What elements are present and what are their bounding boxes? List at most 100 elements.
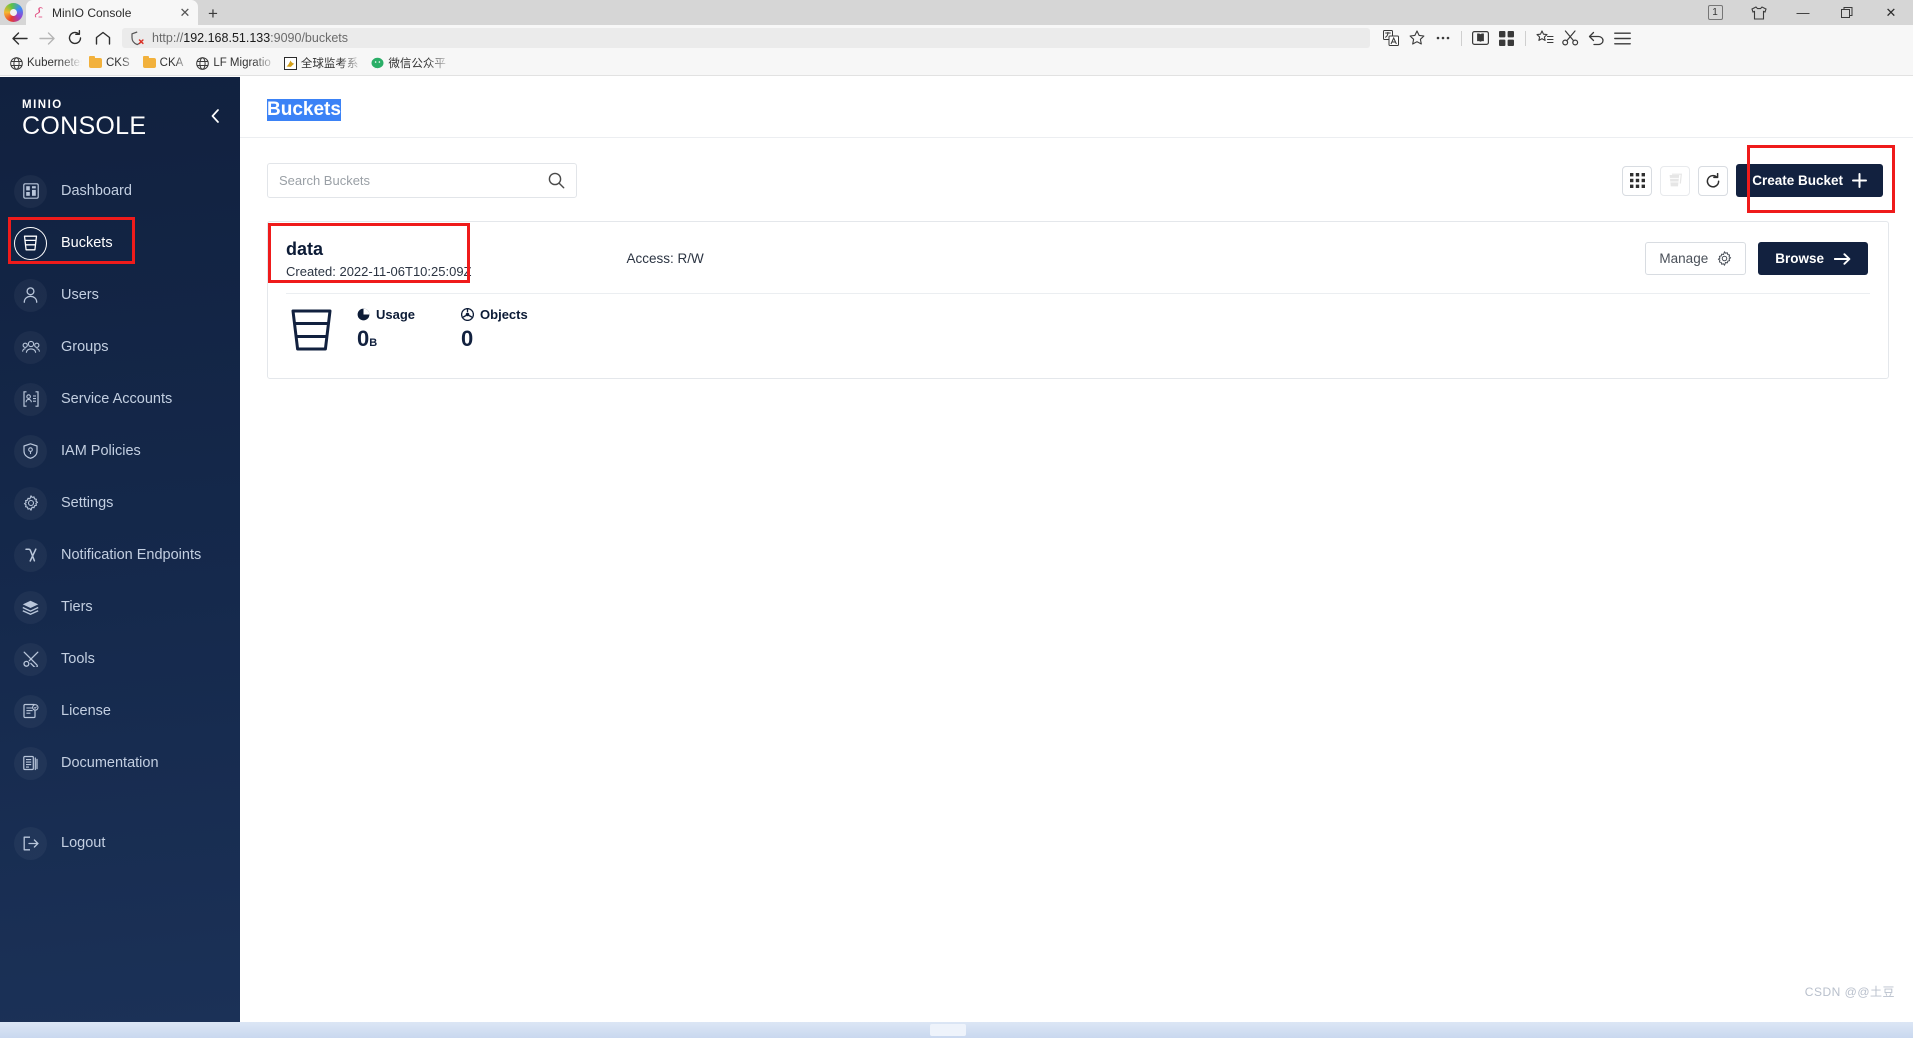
home-icon[interactable] xyxy=(90,27,116,49)
bucket-card-metrics: Usage 0B Objects 0 xyxy=(268,294,1888,378)
search-buckets-box[interactable] xyxy=(267,163,577,198)
dashboard-icon xyxy=(14,174,47,208)
main-content: Buckets Search Buckets Create Bucket dat… xyxy=(240,77,1913,1022)
bucket-delete-icon xyxy=(1667,173,1683,189)
metric-label-text: Usage xyxy=(376,307,416,322)
folder-icon xyxy=(142,55,156,70)
arrow-right-icon xyxy=(1834,252,1851,265)
sidebar-item-label: Groups xyxy=(61,339,109,355)
gear-icon xyxy=(1717,251,1732,266)
hamburger-menu-icon[interactable] xyxy=(1610,27,1635,49)
screenshot-scissors-icon[interactable] xyxy=(1558,27,1583,49)
toolbar-actions: Create Bucket xyxy=(1622,145,1895,213)
sidebar-item-tools[interactable]: Tools xyxy=(0,633,240,685)
sidebar-item-dashboard[interactable]: Dashboard xyxy=(0,165,240,217)
bookmark-label: CKA xyxy=(159,57,184,69)
create-bucket-label: Create Bucket xyxy=(1752,173,1843,188)
user-icon xyxy=(14,278,47,312)
tools-icon xyxy=(14,642,47,676)
browser-tabstrip: MinIO Console ✕ + 1 — ✕ xyxy=(0,0,1913,25)
bucket-icon xyxy=(290,308,333,352)
url-host: 192.168.51.133 xyxy=(183,31,271,45)
forward-icon[interactable] xyxy=(34,27,60,49)
grid-view-button[interactable] xyxy=(1622,165,1653,196)
more-options-icon[interactable] xyxy=(1430,27,1455,49)
sidebar-item-iam-policies[interactable]: IAM Policies xyxy=(0,425,240,477)
search-input[interactable] xyxy=(279,173,548,188)
sidebar-item-label: IAM Policies xyxy=(61,443,141,459)
favorites-star-list-icon[interactable] xyxy=(1532,27,1557,49)
browse-button[interactable]: Browse xyxy=(1758,242,1868,275)
bookmark-item[interactable]: Kubernetes xyxy=(4,55,82,72)
sidebar-item-notification-endpoints[interactable]: Notification Endpoints xyxy=(0,529,240,581)
objects-icon xyxy=(461,308,475,321)
reading-mode-icon[interactable] xyxy=(1468,27,1493,49)
bookmark-item[interactable]: CKS xyxy=(83,55,136,72)
sidebar-item-service-accounts[interactable]: Service Accounts xyxy=(0,373,240,425)
refresh-button[interactable] xyxy=(1698,165,1729,196)
watermark: CSDN @@土豆 xyxy=(1804,985,1895,999)
window-controls: 1 — ✕ xyxy=(1693,0,1913,25)
create-bucket-button[interactable]: Create Bucket xyxy=(1736,164,1883,197)
translate-icon[interactable] xyxy=(1378,27,1403,49)
sidebar-item-logout[interactable]: Logout xyxy=(0,817,240,869)
sidebar-collapse-button[interactable] xyxy=(206,107,224,125)
close-icon[interactable]: ✕ xyxy=(178,5,192,21)
apps-grid-icon[interactable] xyxy=(1494,27,1519,49)
bookmark-item[interactable]: LF Migratio xyxy=(190,55,277,72)
sidebar-item-documentation[interactable]: Documentation xyxy=(0,737,240,789)
service-account-icon xyxy=(14,382,47,416)
close-window-button[interactable]: ✕ xyxy=(1869,0,1913,25)
bucket-created: Created: 2022-11-06T10:25:09Z xyxy=(286,264,472,279)
metric-usage: Usage 0B xyxy=(357,307,415,352)
sidebar-item-label: Settings xyxy=(61,495,114,511)
sidebar-item-settings[interactable]: Settings xyxy=(0,477,240,529)
manage-label: Manage xyxy=(1659,251,1709,266)
sidebar-item-license[interactable]: License xyxy=(0,685,240,737)
bookmark-star-icon[interactable] xyxy=(1404,27,1429,49)
bucket-icon xyxy=(14,226,47,260)
browser-tab[interactable]: MinIO Console ✕ xyxy=(26,0,198,25)
sidebar-item-users[interactable]: Users xyxy=(0,269,240,321)
sidebar-item-label: Dashboard xyxy=(61,183,132,199)
delete-selected-button[interactable] xyxy=(1660,165,1691,196)
license-icon xyxy=(14,694,47,728)
bookmark-item[interactable]: 全球监考系 xyxy=(278,53,365,73)
browse-label: Browse xyxy=(1775,251,1824,266)
scrollbar-thumb[interactable] xyxy=(930,1024,966,1036)
app-page: MINIO CONSOLE Dashboard Buckets Users Gr… xyxy=(0,77,1913,1022)
search-icon xyxy=(548,172,565,189)
horizontal-scrollbar[interactable] xyxy=(0,1022,1913,1038)
minio-flamingo-icon xyxy=(32,6,46,20)
layers-icon xyxy=(14,590,47,624)
browser-tab-title: MinIO Console xyxy=(52,5,132,20)
minimize-button[interactable]: — xyxy=(1781,0,1825,25)
tab-count-badge[interactable]: 1 xyxy=(1693,0,1737,25)
bookmark-label: CKS xyxy=(106,57,130,69)
reload-icon[interactable] xyxy=(62,27,88,49)
sidebar-logo: MINIO CONSOLE xyxy=(0,77,240,141)
bucket-identity: data Created: 2022-11-06T10:25:09Z xyxy=(268,223,472,283)
bucket-card[interactable]: data Created: 2022-11-06T10:25:09Z Acces… xyxy=(267,221,1889,379)
sidebar-item-groups[interactable]: Groups xyxy=(0,321,240,373)
bookmark-item[interactable]: CKA xyxy=(137,55,190,72)
metric-unit: B xyxy=(369,337,378,349)
sidebar-item-tiers[interactable]: Tiers xyxy=(0,581,240,633)
sidebar-item-buckets[interactable]: Buckets xyxy=(0,217,240,269)
groups-icon xyxy=(14,330,47,364)
bookmark-label: 微信公众平 xyxy=(388,58,446,70)
restore-button[interactable] xyxy=(1825,0,1869,25)
browser-logo xyxy=(0,0,26,25)
globe-icon xyxy=(196,56,210,70)
globe-icon xyxy=(10,56,23,70)
skin-shirt-icon[interactable] xyxy=(1737,0,1781,25)
metrics-group: Usage 0B Objects 0 xyxy=(357,307,528,352)
address-bar[interactable]: http://192.168.51.133:9090/buckets xyxy=(122,28,1370,48)
bookmark-item[interactable]: 微信公众平 xyxy=(365,53,452,73)
back-icon[interactable] xyxy=(6,27,32,49)
sidebar-item-label: Users xyxy=(61,287,99,303)
bucket-access: Access: R/W xyxy=(626,251,704,266)
new-tab-button[interactable]: + xyxy=(198,3,228,25)
manage-button[interactable]: Manage xyxy=(1645,242,1747,275)
undo-arrow-icon[interactable] xyxy=(1584,27,1609,49)
